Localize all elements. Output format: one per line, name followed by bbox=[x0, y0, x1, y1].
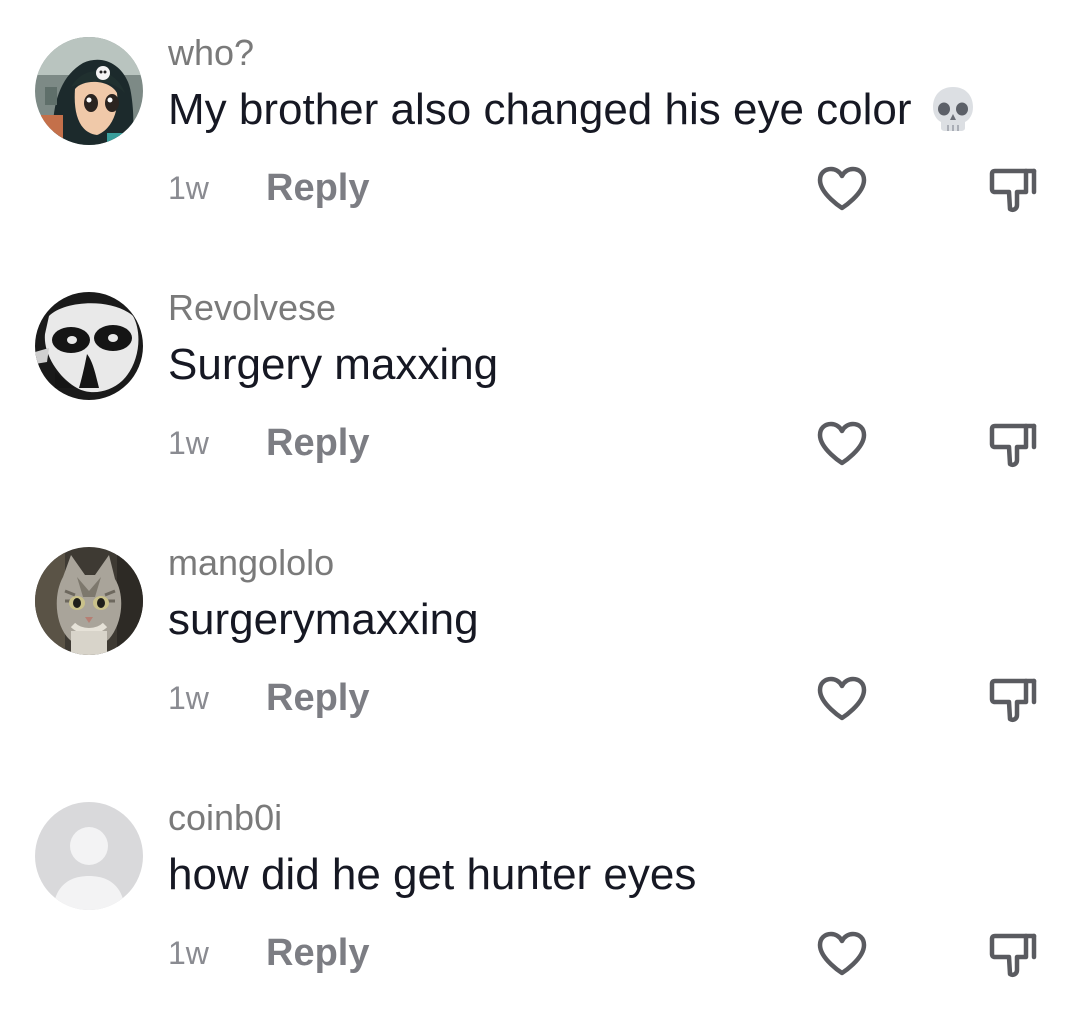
heart-icon[interactable] bbox=[816, 420, 868, 468]
comment-timestamp: 1w bbox=[168, 424, 209, 461]
comment-item: mangololo surgerymaxxing 1w Reply bbox=[0, 510, 1080, 765]
comment-item: who? My brother also changed his eye col… bbox=[0, 0, 1080, 255]
comment-text: surgerymaxxing bbox=[168, 595, 479, 644]
comment-item: coinb0i how did he get hunter eyes 1w Re… bbox=[0, 765, 1080, 1020]
comment-text: Surgery maxxing bbox=[168, 340, 499, 389]
comment-username[interactable]: Revolvese bbox=[168, 286, 336, 330]
thumbs-down-icon[interactable] bbox=[988, 420, 1038, 470]
comment-timestamp: 1w bbox=[168, 934, 209, 971]
heart-icon[interactable] bbox=[816, 675, 868, 723]
avatar[interactable] bbox=[35, 802, 143, 910]
avatar[interactable] bbox=[35, 292, 143, 400]
thumbs-down-icon[interactable] bbox=[988, 165, 1038, 215]
comment-meta: 1w Reply bbox=[168, 164, 369, 212]
avatar-anime-image bbox=[35, 37, 143, 145]
comment-text-content: My brother also changed his eye color bbox=[168, 85, 912, 134]
comment-timestamp: 1w bbox=[168, 169, 209, 206]
comment-meta: 1w Reply bbox=[168, 419, 369, 467]
reply-button[interactable]: Reply bbox=[266, 677, 369, 720]
reply-button[interactable]: Reply bbox=[266, 422, 369, 465]
reply-button[interactable]: Reply bbox=[266, 932, 369, 975]
avatar[interactable] bbox=[35, 547, 143, 655]
heart-icon[interactable] bbox=[816, 930, 868, 978]
thumbs-down-icon[interactable] bbox=[988, 675, 1038, 725]
comment-text: how did he get hunter eyes bbox=[168, 850, 697, 899]
skull-icon bbox=[930, 84, 976, 144]
thumbs-down-icon[interactable] bbox=[988, 930, 1038, 980]
reply-button[interactable]: Reply bbox=[266, 167, 369, 210]
comment-username[interactable]: who? bbox=[168, 31, 254, 75]
comment-username[interactable]: coinb0i bbox=[168, 796, 282, 840]
comment-item: Revolvese Surgery maxxing 1w Reply bbox=[0, 255, 1080, 510]
comment-list: who? My brother also changed his eye col… bbox=[0, 0, 1080, 1018]
heart-icon[interactable] bbox=[816, 165, 868, 213]
comment-meta: 1w Reply bbox=[168, 674, 369, 722]
comment-timestamp: 1w bbox=[168, 679, 209, 716]
default-avatar-icon bbox=[35, 802, 143, 910]
avatar-cat-image bbox=[35, 547, 143, 655]
comment-meta: 1w Reply bbox=[168, 929, 369, 977]
avatar[interactable] bbox=[35, 37, 143, 145]
comment-text: My brother also changed his eye color bbox=[168, 84, 976, 144]
avatar-mask-image bbox=[35, 292, 143, 400]
comment-username[interactable]: mangololo bbox=[168, 541, 334, 585]
